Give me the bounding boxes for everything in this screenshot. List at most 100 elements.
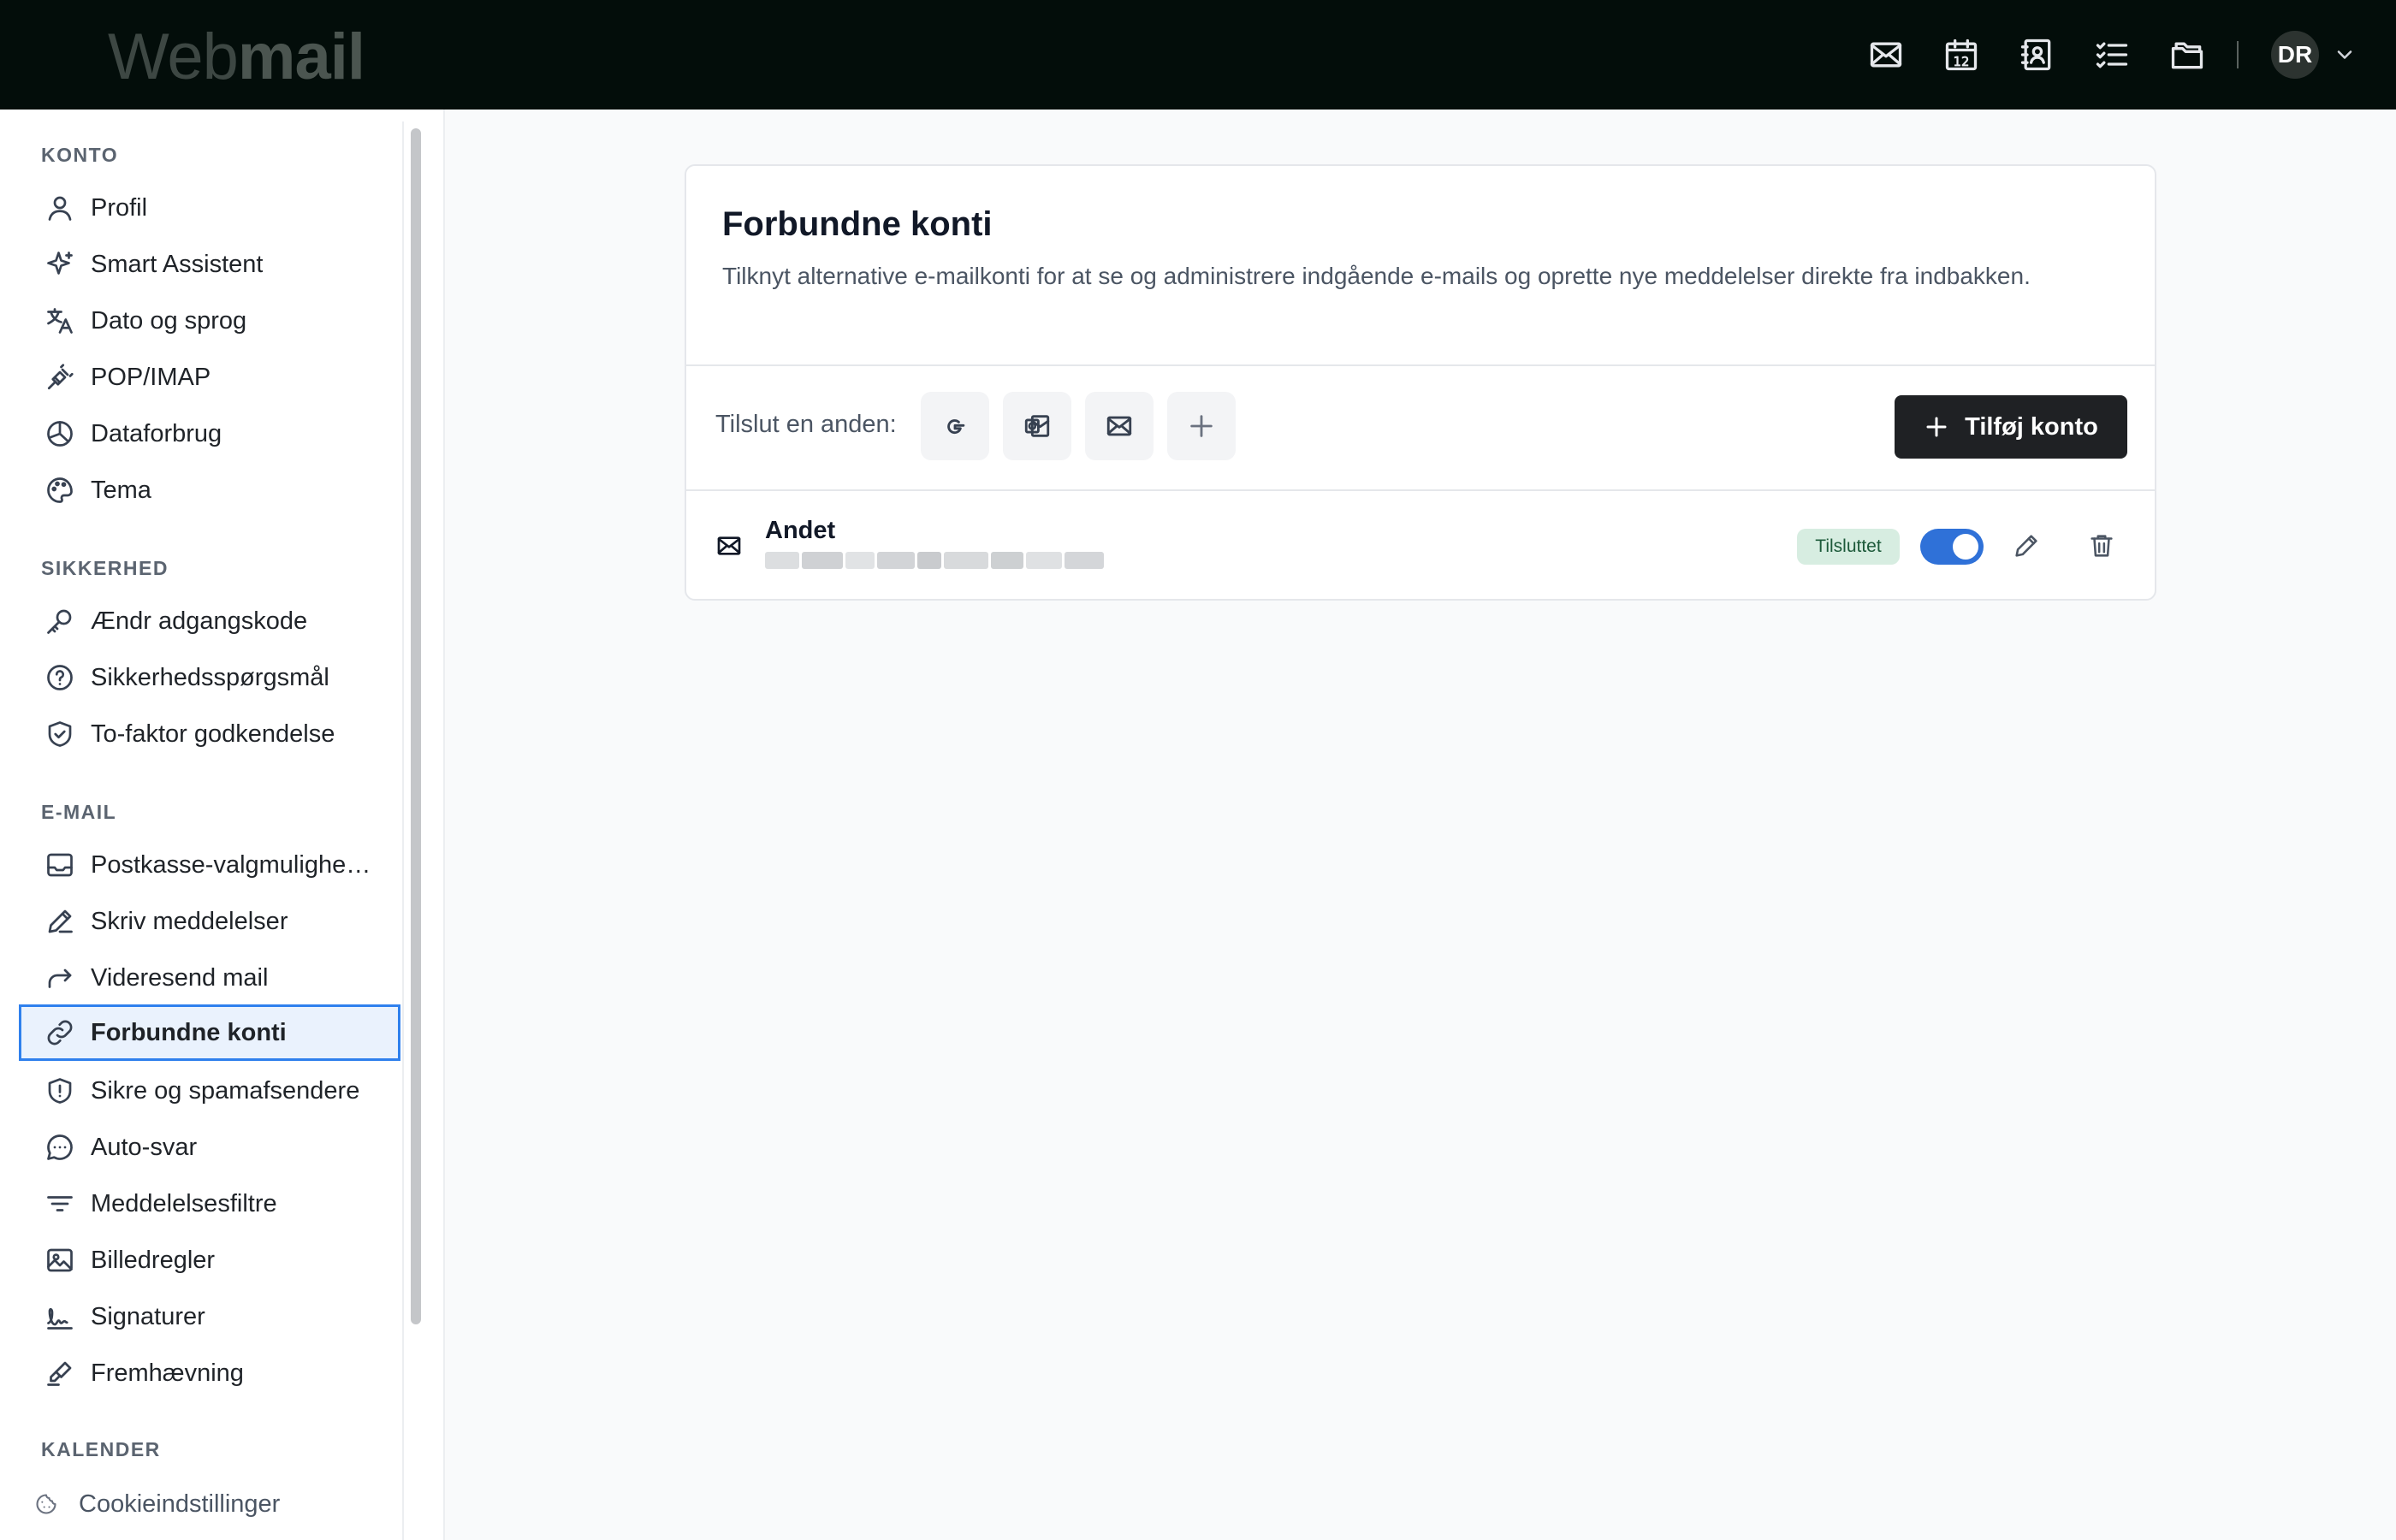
sidebar-item-forward-mail[interactable]: Videresend mail (19, 950, 400, 1006)
contacts-icon[interactable] (2013, 31, 2061, 79)
settings-sidebar: KONTO Profil Smart Assistent Dato og spr… (0, 110, 445, 1540)
webmail-logo[interactable]: Webmail (108, 19, 365, 96)
chevron-down-icon[interactable] (2333, 43, 2357, 67)
sidebar-item-auto-reply[interactable]: Auto-svar (19, 1119, 400, 1176)
sidebar-item-pop-imap[interactable]: POP/IMAP (19, 349, 400, 406)
sidebar-scrollbar[interactable] (411, 128, 421, 1324)
sidebar-item-two-factor[interactable]: To-faktor godkendelse (19, 706, 400, 762)
header-divider (2237, 41, 2239, 68)
sidebar-item-label: Auto-svar (91, 1133, 198, 1161)
sidebar-item-data-usage[interactable]: Dataforbrug (19, 406, 400, 462)
calendar-day-number: 12 (1954, 55, 1970, 69)
sidebar-item-label: Profil (91, 193, 148, 222)
delete-account-button[interactable] (2085, 529, 2119, 563)
mail-icon[interactable] (1862, 31, 1910, 79)
section-heading-security: SIKKERHED (41, 557, 169, 579)
status-badge: Tilsluttet (1797, 529, 1900, 565)
files-icon[interactable] (2163, 31, 2211, 79)
sidebar-item-security-questions[interactable]: Sikkerhedsspørgsmål (19, 649, 400, 706)
sidebar-item-connected-accounts[interactable]: Forbundne konti (19, 1004, 400, 1061)
cookie-settings-label: Cookieindstillinger (79, 1490, 281, 1518)
section-heading-account: KONTO (41, 144, 119, 166)
avatar[interactable]: DR (2271, 31, 2319, 79)
divider (686, 364, 2155, 366)
edit-account-button[interactable] (2009, 529, 2043, 563)
sidebar-item-profile[interactable]: Profil (19, 180, 400, 236)
sidebar-item-smart-assistant[interactable]: Smart Assistent (19, 236, 400, 293)
section-heading-calendar: KALENDER (41, 1438, 161, 1460)
sidebar-item-label: Forbundne konti (91, 1018, 287, 1046)
inbox-icon (47, 853, 73, 877)
sidebar-item-label: POP/IMAP (91, 363, 211, 391)
sidebar-item-label: Postkasse-valgmuligheder (91, 850, 378, 879)
top-bar: Webmail 12 DR (0, 0, 2396, 110)
key-icon (47, 609, 72, 634)
sidebar-item-safe-spam-senders[interactable]: Sikre og spamafsendere (19, 1063, 400, 1119)
pencil-icon (48, 909, 73, 933)
translate-icon (47, 308, 73, 334)
page-description: Tilknyt alternative e-mailkonti for at s… (722, 263, 2031, 289)
add-account-button[interactable]: Tilføj konto (1895, 395, 2127, 459)
question-circle-icon (47, 665, 73, 690)
account-mail-icon (715, 532, 743, 560)
sidebar-item-label: Dataforbrug (91, 419, 222, 447)
pencil-icon (2015, 535, 2037, 557)
sidebar-item-change-password[interactable]: Ændr adgangskode (19, 593, 400, 649)
calendar-icon[interactable]: 12 (1937, 31, 1985, 79)
sidebar-item-label: Billedregler (91, 1246, 216, 1274)
connect-google-button[interactable] (921, 392, 989, 460)
section-heading-email: E-MAIL (41, 801, 117, 823)
user-icon (48, 196, 72, 221)
sidebar-item-signatures[interactable]: Signaturer (19, 1288, 400, 1345)
sidebar-item-compose[interactable]: Skriv meddelelser (19, 893, 400, 950)
chat-bubble-icon (47, 1134, 73, 1160)
trash-icon (2091, 535, 2113, 557)
sidebar-item-label: Videresend mail (91, 963, 269, 992)
add-account-label: Tilføj konto (1965, 412, 2098, 441)
page-title: Forbundne konti (722, 205, 993, 243)
filter-icon (47, 1196, 73, 1211)
sidebar-item-label: Ændr adgangskode (91, 607, 308, 635)
cookie-icon (36, 1494, 56, 1514)
link-icon (47, 1020, 73, 1045)
pie-chart-icon (47, 421, 73, 447)
plus-icon (1190, 415, 1213, 437)
connected-accounts-card: Forbundne konti Tilknyt alternative e-ma… (685, 164, 2156, 601)
forward-icon (48, 968, 72, 988)
connect-email-button[interactable] (1085, 392, 1154, 460)
highlighter-icon (47, 1361, 72, 1386)
sidebar-item-label: To-faktor godkendelse (91, 720, 335, 748)
outlook-icon (1024, 415, 1050, 437)
connect-outlook-button[interactable] (1003, 392, 1071, 460)
logo-part-mail: mail (237, 21, 365, 93)
tasks-icon[interactable] (2088, 31, 2136, 79)
connect-another-label: Tilslut en anden: (715, 411, 897, 438)
shield-check-icon (48, 721, 72, 747)
shield-alert-icon (48, 1078, 72, 1104)
palette-icon (47, 477, 73, 503)
logo-part-web: Web (108, 21, 239, 93)
sidebar-item-label: Sikre og spamafsendere (91, 1076, 360, 1105)
account-email-redacted (765, 549, 1107, 572)
sidebar-item-date-language[interactable]: Dato og sprog (19, 293, 400, 349)
plug-icon (47, 364, 74, 390)
sidebar-item-message-filters[interactable]: Meddelelsesfiltre (19, 1176, 400, 1232)
sidebar-item-label: Signaturer (91, 1302, 205, 1330)
sparkles-icon (47, 252, 73, 275)
sidebar-item-label: Meddelelsesfiltre (91, 1189, 277, 1217)
sidebar-item-label: Tema (91, 476, 151, 504)
connect-other-button[interactable] (1167, 392, 1236, 460)
toggle-knob (1953, 534, 1978, 560)
google-icon (947, 419, 965, 435)
image-icon (47, 1248, 73, 1272)
account-enabled-toggle[interactable] (1920, 529, 1984, 565)
sidebar-item-highlighting[interactable]: Fremhævning (19, 1345, 400, 1401)
sidebar-item-label: Smart Assistent (91, 250, 264, 278)
sidebar-item-label: Dato og sprog (91, 306, 247, 335)
sidebar-item-mailbox-options[interactable]: Postkasse-valgmuligheder (19, 837, 400, 893)
cookie-settings-link[interactable]: Cookieindstillinger (0, 1468, 402, 1540)
divider (686, 489, 2155, 491)
signature-icon (47, 1307, 73, 1330)
sidebar-item-image-rules[interactable]: Billedregler (19, 1232, 400, 1288)
sidebar-item-theme[interactable]: Tema (19, 462, 400, 518)
